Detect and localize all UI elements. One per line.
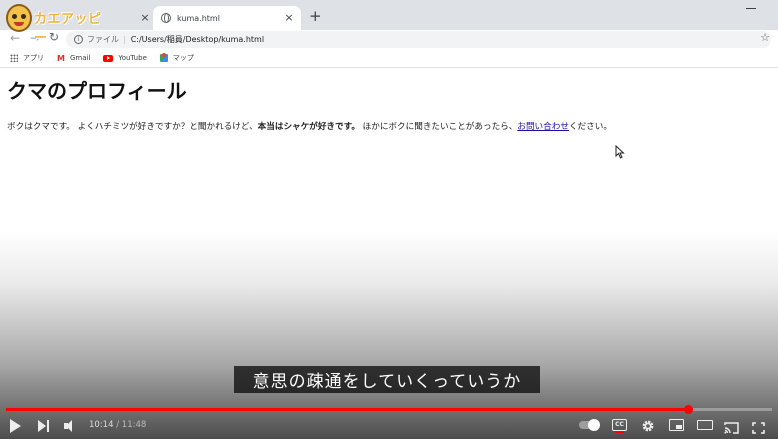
- tab-strip: × kuma.html × +: [0, 0, 778, 30]
- subtitles-icon[interactable]: CC: [612, 419, 627, 433]
- gear-icon[interactable]: [641, 418, 655, 432]
- profile-paragraph: ボクはクマです。 よくハチミツが好きですか？と聞かれるけど、本当はシャケが好きで…: [7, 120, 612, 132]
- address-bar[interactable]: i ファイル | C:/Users/稲員/Desktop/kuma.html: [66, 31, 771, 48]
- time-display: 10:14 / 11:48: [89, 420, 146, 430]
- bookmark-star-icon[interactable]: ☆: [760, 31, 770, 44]
- volume-icon[interactable]: [64, 420, 78, 432]
- time-separator: /: [113, 420, 122, 430]
- bookmark-youtube[interactable]: YouTube: [103, 54, 147, 62]
- channel-logo: カエアッピー: [2, 2, 112, 46]
- globe-icon: [161, 13, 171, 23]
- player-controls: 10:14 / 11:48 CC: [0, 413, 778, 439]
- address-url[interactable]: C:/Users/稲員/Desktop/kuma.html: [131, 34, 264, 45]
- page-title: クマのプロフィール: [7, 79, 187, 103]
- fullscreen-icon[interactable]: [752, 419, 765, 434]
- progress-played: [6, 408, 688, 411]
- new-tab-button[interactable]: +: [309, 9, 322, 24]
- para-text-2: ほかにボクに聞きたいことがあったら、: [359, 122, 518, 132]
- bookmark-label: アプリ: [23, 54, 44, 62]
- maps-icon: [159, 53, 168, 62]
- autoplay-toggle-icon[interactable]: [579, 419, 600, 431]
- bookmark-apps[interactable]: アプリ: [10, 53, 44, 63]
- miniplayer-icon[interactable]: [669, 419, 684, 431]
- bookmark-label: マップ: [172, 54, 194, 62]
- tab-kuma-html[interactable]: kuma.html ×: [153, 6, 301, 30]
- subtitle-caption: 意思の疎通をしていくっていうか: [234, 366, 540, 393]
- para-bold-text: 本当はシャケが好きです。: [257, 122, 360, 132]
- gmail-icon: M: [57, 53, 65, 63]
- contact-link[interactable]: お問い合わせ: [517, 122, 569, 132]
- para-text-1: ボクはクマです。 よくハチミツが好きですか？と聞かれるけど、: [7, 122, 258, 132]
- tab-close-icon[interactable]: ×: [139, 12, 151, 24]
- current-time: 10:14: [89, 420, 114, 430]
- bookmark-label: YouTube: [118, 54, 147, 62]
- duration: 11:48: [121, 420, 147, 430]
- tab-label: kuma.html: [177, 13, 220, 23]
- logo-text: カエアッピー: [34, 12, 102, 46]
- bookmark-maps[interactable]: マップ: [159, 53, 194, 63]
- bee-mascot-icon: [6, 4, 32, 32]
- address-separator: |: [123, 35, 126, 44]
- tab-close-icon[interactable]: ×: [283, 12, 295, 24]
- cast-icon[interactable]: [724, 419, 739, 434]
- theater-mode-icon[interactable]: [697, 420, 713, 430]
- youtube-icon: [103, 54, 114, 62]
- next-icon[interactable]: [38, 420, 50, 432]
- apps-grid-icon: [10, 54, 18, 62]
- para-text-3: ください。: [568, 122, 612, 132]
- bookmark-label: Gmail: [69, 54, 91, 62]
- progress-bar[interactable]: [6, 405, 772, 414]
- browser-toolbar: ← → ↻ i ファイル | C:/Users/稲員/Desktop/kuma.…: [0, 30, 778, 49]
- minimize-icon[interactable]: [746, 8, 756, 9]
- play-icon[interactable]: [10, 419, 21, 433]
- bookmarks-bar: アプリ M Gmail YouTube マップ: [0, 49, 778, 68]
- bookmark-gmail[interactable]: M Gmail: [57, 54, 90, 63]
